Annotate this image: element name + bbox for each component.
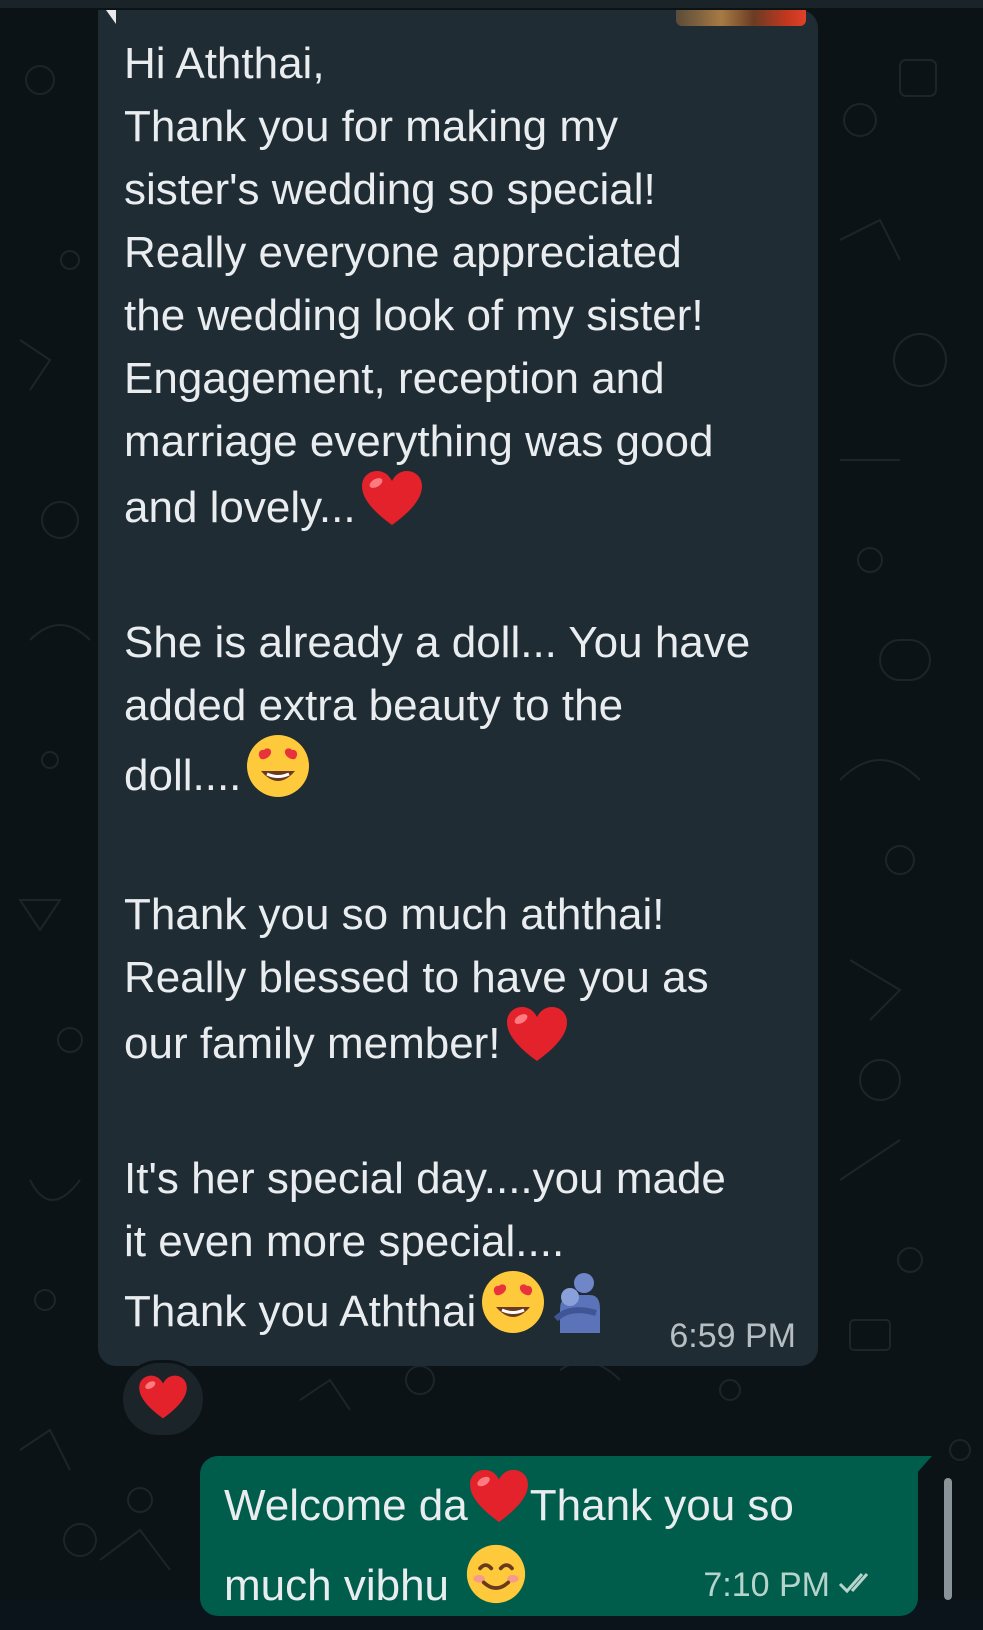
message-line: She is already a doll... You have <box>124 618 751 667</box>
heart-eyes-emoji-icon <box>245 733 311 816</box>
bubble-tail <box>106 10 116 24</box>
heart-eyes-emoji-icon <box>480 1269 546 1352</box>
message-line-with-emoji: and lovely... <box>124 471 804 548</box>
incoming-message-text: Hi Aththai, Thank you for making my sist… <box>124 32 804 1356</box>
top-strip <box>0 0 983 8</box>
message-line: Really blessed to have you as <box>124 953 709 1002</box>
hug-emoji-icon <box>550 1269 606 1352</box>
message-line-text: doll.... <box>124 751 242 801</box>
message-line-text: Thank you Aththai <box>124 1287 477 1337</box>
incoming-message-bubble[interactable]: Hi Aththai, Thank you for making my sist… <box>98 10 818 1366</box>
message-line-with-emoji: Welcome da Thank you so <box>224 1468 794 1547</box>
message-line: added extra beauty to the <box>124 681 624 730</box>
message-line: Really everyone appreciated <box>124 228 682 277</box>
message-line: sister's wedding so special! <box>124 165 656 214</box>
message-reaction[interactable] <box>120 1360 206 1438</box>
message-line: Thank you so much aththai! <box>124 890 665 939</box>
message-line: it even more special.... <box>124 1217 565 1266</box>
red-heart-icon <box>468 1468 530 1545</box>
message-line-text: and lovely... <box>124 483 356 533</box>
double-check-icon <box>838 1566 878 1605</box>
smiling-face-emoji-icon <box>465 1543 527 1626</box>
message-timestamp: 6:59 PM <box>669 1317 796 1355</box>
outgoing-message-text: Welcome da Thank you so much vibhu <box>224 1468 794 1630</box>
message-line: marriage everything was good <box>124 417 714 466</box>
message-line-text: Thank you so <box>529 1481 794 1531</box>
scrollbar-thumb[interactable] <box>944 1478 952 1600</box>
red-heart-icon <box>360 469 424 544</box>
message-timestamp-row: 7:10 PM <box>703 1566 878 1605</box>
outgoing-message-bubble[interactable]: Welcome da Thank you so much vibhu 7:10 P… <box>200 1456 932 1616</box>
red-heart-icon <box>137 1374 189 1425</box>
quoted-photo-thumbnail[interactable] <box>676 10 806 26</box>
message-timestamp: 7:10 PM <box>703 1566 830 1604</box>
message-line: Engagement, reception and <box>124 354 665 403</box>
message-line-with-emoji: our family member! <box>124 1007 804 1084</box>
message-line-text: much vibhu <box>224 1561 450 1611</box>
red-heart-icon <box>505 1005 569 1080</box>
message-line: It's her special day....you made <box>124 1154 726 1203</box>
message-line-with-emoji: doll.... <box>124 735 804 820</box>
message-line-text: our family member! <box>124 1019 501 1069</box>
message-line-text: Welcome da <box>224 1481 468 1531</box>
message-line: Hi Aththai, <box>124 39 325 88</box>
message-line: the wedding look of my sister! <box>124 291 704 340</box>
message-line: Thank you for making my <box>124 102 618 151</box>
